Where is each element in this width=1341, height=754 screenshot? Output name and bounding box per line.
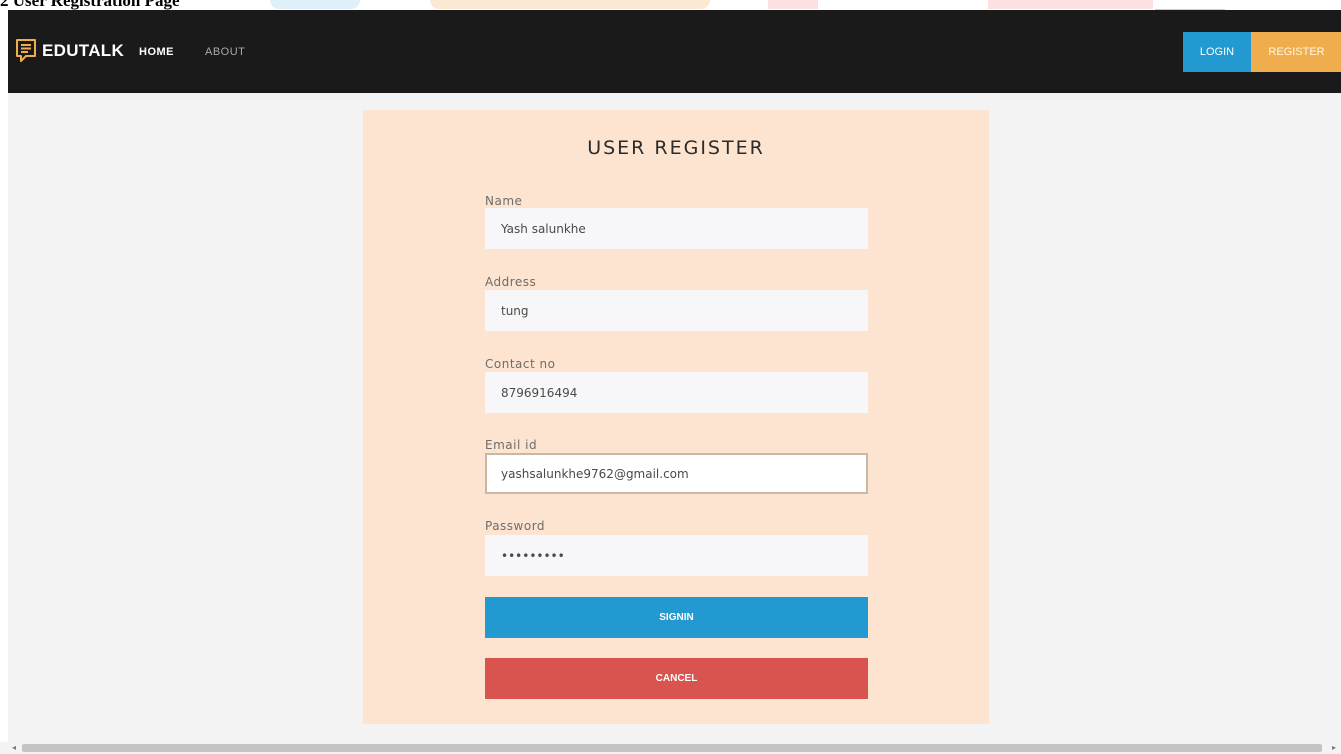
address-label: Address (485, 275, 537, 289)
nav-about-link[interactable]: ABOUT (205, 46, 245, 58)
decorative-shape (988, 0, 1153, 9)
document-caption: 2 User Registration Page (0, 0, 1341, 10)
scroll-left-arrow-icon[interactable]: ◂ (12, 742, 16, 754)
decorative-shape (430, 0, 710, 9)
contact-field[interactable] (485, 372, 868, 413)
name-label: Name (485, 194, 523, 208)
register-form-card: USER REGISTER Name Address Contact no Em… (363, 110, 989, 724)
address-field[interactable] (485, 290, 868, 331)
decorative-shape (270, 0, 360, 9)
scrollbar-thumb[interactable] (22, 744, 1322, 752)
password-label: Password (485, 519, 546, 533)
password-field[interactable] (485, 535, 868, 576)
brand-name: EDUTALK (42, 41, 125, 60)
signin-button[interactable]: SIGNIN (485, 597, 868, 638)
email-label: Email id (485, 438, 538, 452)
horizontal-scrollbar[interactable]: ◂ ▸ (0, 742, 1341, 754)
browser-viewport: EDUTALK HOME ABOUT LOGIN REGISTER USER R… (8, 10, 1341, 754)
caption-text: 2 User Registration Page (0, 0, 180, 10)
form-title: USER REGISTER (587, 137, 765, 159)
scroll-right-arrow-icon[interactable]: ▸ (1332, 742, 1336, 754)
contact-label: Contact no (485, 357, 556, 371)
cancel-button[interactable]: CANCEL (485, 658, 868, 699)
email-field[interactable] (485, 453, 868, 494)
navbar: EDUTALK HOME ABOUT LOGIN REGISTER (8, 10, 1341, 93)
chat-message-icon (16, 39, 36, 62)
brand[interactable]: EDUTALK (15, 38, 124, 64)
register-button[interactable]: REGISTER (1251, 32, 1341, 72)
name-field[interactable] (485, 208, 868, 249)
decorative-shape (768, 0, 818, 9)
login-button[interactable]: LOGIN (1183, 32, 1251, 72)
decorative-shape (1155, 0, 1225, 10)
nav-home-link[interactable]: HOME (139, 46, 174, 58)
